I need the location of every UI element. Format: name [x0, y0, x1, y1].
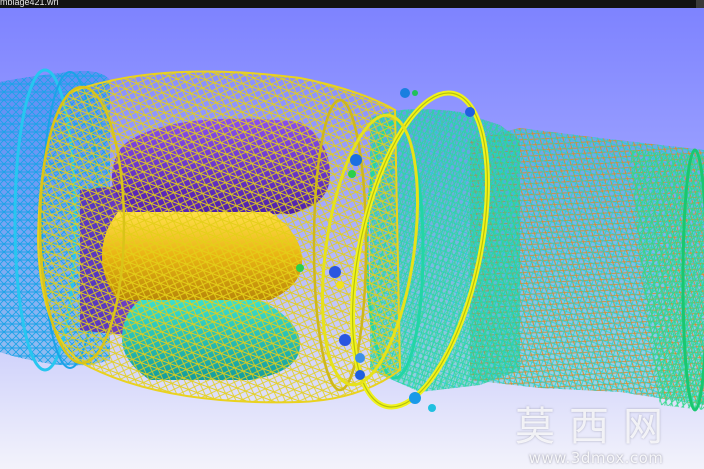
watermark-url: www.3dmox.com	[528, 449, 664, 467]
window-title: mblage421.wrl	[0, 0, 59, 7]
watermark: 莫西网 www.3dmox.com	[506, 405, 686, 467]
watermark-chinese: 莫西网	[515, 404, 677, 450]
title-bar[interactable]: mblage421.wrl	[0, 0, 704, 8]
app-window: mblage421.wrl 莫西网 www.3dmox.com	[0, 0, 704, 469]
title-bar-control[interactable]	[696, 0, 704, 8]
engine-cage	[36, 70, 402, 404]
engine-wireframe-model	[0, 68, 704, 412]
3d-viewport[interactable]: 莫西网 www.3dmox.com	[0, 8, 704, 469]
